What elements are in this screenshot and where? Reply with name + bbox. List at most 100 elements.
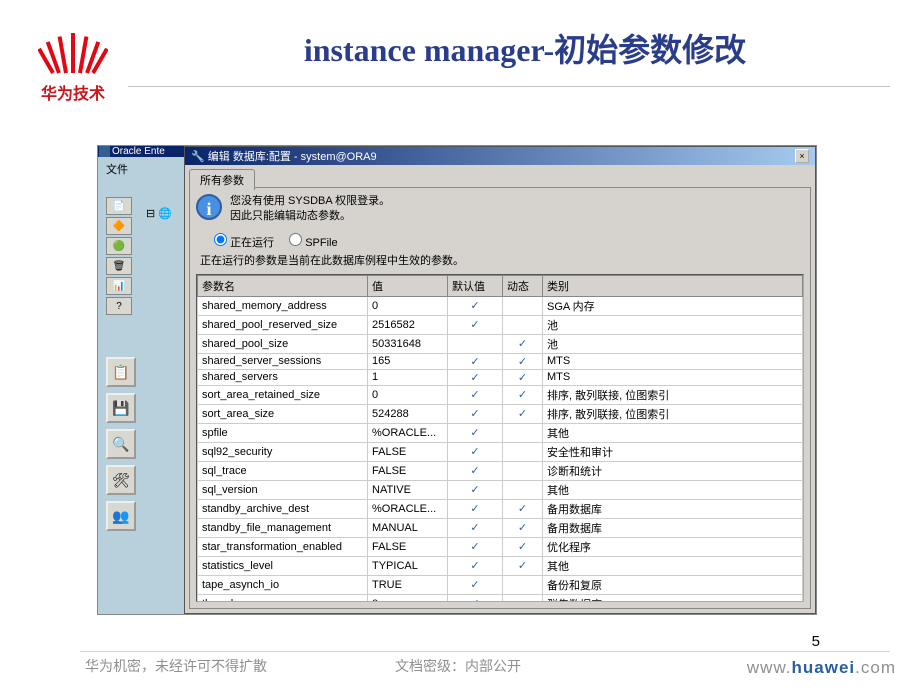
footer-classification: 文档密级：内部公开 <box>395 656 521 676</box>
table-row[interactable]: shared_server_sessions165✓✓MTS <box>198 353 803 369</box>
cell-category: SGA 内存 <box>543 296 803 315</box>
radio-spfile[interactable]: SPFile <box>289 237 337 249</box>
table-row[interactable]: shared_pool_size50331648✓池 <box>198 334 803 353</box>
cell-value[interactable]: 2516582 <box>368 315 448 334</box>
side-btn-4[interactable]: 🛠 <box>106 465 136 495</box>
cell-value[interactable]: 165 <box>368 353 448 369</box>
cell-value[interactable]: 1 <box>368 369 448 385</box>
slide-title: instance manager-初始参数修改 <box>180 25 870 71</box>
cell-dynamic: ✓ <box>503 385 543 404</box>
cell-default: ✓ <box>448 556 503 575</box>
cell-dynamic <box>503 296 543 315</box>
side-btn-1[interactable]: 📋 <box>106 357 136 387</box>
cell-value[interactable]: 524288 <box>368 404 448 423</box>
cell-value[interactable]: NATIVE <box>368 480 448 499</box>
col-name[interactable]: 参数名 <box>198 275 368 296</box>
cell-value[interactable]: %ORACLE... <box>368 423 448 442</box>
footer-url: www.huawei.com <box>747 658 896 678</box>
screenshot-container: Oracle Ente 文件 📄 🔶 🟢 🗑 📊 ? ⊟ 🌐 📋 💾 🔍 🛠 👥 <box>97 145 817 615</box>
tree-node-icon[interactable]: ⊟ 🌐 <box>146 207 172 220</box>
col-dynamic[interactable]: 动态 <box>503 275 543 296</box>
cell-dynamic: ✓ <box>503 518 543 537</box>
cell-default: ✓ <box>448 575 503 594</box>
table-row[interactable]: spfile%ORACLE...✓其他 <box>198 423 803 442</box>
table-row[interactable]: thread0✓群集数据库 <box>198 594 803 602</box>
company-name-label: 华为技术 <box>28 80 118 104</box>
cell-category: MTS <box>543 353 803 369</box>
cell-value[interactable]: %ORACLE... <box>368 499 448 518</box>
cell-name: shared_pool_reserved_size <box>198 315 368 334</box>
cell-value[interactable]: FALSE <box>368 461 448 480</box>
radio-running[interactable]: 正在运行 <box>214 237 274 249</box>
table-row[interactable]: sql92_securityFALSE✓安全性和审计 <box>198 442 803 461</box>
cell-value[interactable]: 0 <box>368 296 448 315</box>
cell-name: tape_asynch_io <box>198 575 368 594</box>
title-divider <box>128 86 890 87</box>
toolbar-btn-5[interactable]: 📊 <box>106 277 132 295</box>
col-default[interactable]: 默认值 <box>448 275 503 296</box>
cell-dynamic: ✓ <box>503 369 543 385</box>
table-row[interactable]: sql_versionNATIVE✓其他 <box>198 480 803 499</box>
cell-name: sql_version <box>198 480 368 499</box>
table-row[interactable]: statistics_levelTYPICAL✓✓其他 <box>198 556 803 575</box>
file-menu[interactable]: 文件 <box>98 157 184 181</box>
col-value[interactable]: 值 <box>368 275 448 296</box>
page-number: 5 <box>812 633 820 650</box>
cell-name: shared_servers <box>198 369 368 385</box>
param-table: 参数名 值 默认值 动态 类别 shared_memory_address0✓S… <box>197 275 803 602</box>
cell-value[interactable]: 0 <box>368 385 448 404</box>
toolbar-btn-2[interactable]: 🔶 <box>106 217 132 235</box>
cell-dynamic <box>503 315 543 334</box>
toolbar-btn-6[interactable]: ? <box>106 297 132 315</box>
cell-name: spfile <box>198 423 368 442</box>
cell-name: shared_memory_address <box>198 296 368 315</box>
cell-category: 备用数据库 <box>543 518 803 537</box>
toolbar-btn-1[interactable]: 📄 <box>106 197 132 215</box>
table-row[interactable]: star_transformation_enabledFALSE✓✓优化程序 <box>198 537 803 556</box>
cell-value[interactable]: TYPICAL <box>368 556 448 575</box>
cell-value[interactable]: FALSE <box>368 442 448 461</box>
cell-value[interactable]: 0 <box>368 594 448 602</box>
dialog-title-text: 编辑 数据库:配置 - system@ORA9 <box>208 151 377 163</box>
cell-value[interactable]: TRUE <box>368 575 448 594</box>
cell-name: star_transformation_enabled <box>198 537 368 556</box>
tab-all-params[interactable]: 所有参数 <box>189 169 255 190</box>
side-btn-5[interactable]: 👥 <box>106 501 136 531</box>
cell-value[interactable]: 50331648 <box>368 334 448 353</box>
table-row[interactable]: shared_servers1✓✓MTS <box>198 369 803 385</box>
cell-category: 优化程序 <box>543 537 803 556</box>
cell-value[interactable]: MANUAL <box>368 518 448 537</box>
cell-dynamic: ✓ <box>503 537 543 556</box>
table-row[interactable]: standby_archive_dest%ORACLE...✓✓备用数据库 <box>198 499 803 518</box>
cell-dynamic: ✓ <box>503 334 543 353</box>
dialog-titlebar: 🔧 编辑 数据库:配置 - system@ORA9 × <box>185 147 815 165</box>
table-row[interactable]: tape_asynch_ioTRUE✓ 备份和复原 <box>198 575 803 594</box>
cell-category: 安全性和审计 <box>543 442 803 461</box>
toolbar-btn-4[interactable]: 🗑 <box>106 257 132 275</box>
cell-category: 池 <box>543 315 803 334</box>
cell-name: statistics_level <box>198 556 368 575</box>
oem-window-title: Oracle Ente <box>112 146 165 157</box>
side-btn-3[interactable]: 🔍 <box>106 429 136 459</box>
hint-text: 正在运行的参数是当前在此数据库例程中生效的参数。 <box>200 252 804 268</box>
param-table-wrap[interactable]: 参数名 值 默认值 动态 类别 shared_memory_address0✓S… <box>196 274 804 602</box>
col-category[interactable]: 类别 <box>543 275 803 296</box>
cell-name: sql_trace <box>198 461 368 480</box>
table-row[interactable]: sort_area_retained_size0✓✓排序, 散列联接, 位图索引 <box>198 385 803 404</box>
cell-category: 排序, 散列联接, 位图索引 <box>543 385 803 404</box>
table-row[interactable]: sort_area_size524288✓✓排序, 散列联接, 位图索引 <box>198 404 803 423</box>
table-row[interactable]: standby_file_managementMANUAL✓✓备用数据库 <box>198 518 803 537</box>
toolbar-btn-3[interactable]: 🟢 <box>106 237 132 255</box>
cell-category: 备用数据库 <box>543 499 803 518</box>
cell-default: ✓ <box>448 296 503 315</box>
cell-name: shared_pool_size <box>198 334 368 353</box>
cell-category: 备份和复原 <box>543 575 803 594</box>
table-row[interactable]: sql_traceFALSE✓诊断和统计 <box>198 461 803 480</box>
cell-category: 排序, 散列联接, 位图索引 <box>543 404 803 423</box>
info-icon: i <box>196 194 222 220</box>
close-icon[interactable]: × <box>795 149 809 163</box>
side-btn-2[interactable]: 💾 <box>106 393 136 423</box>
table-row[interactable]: shared_memory_address0✓ SGA 内存 <box>198 296 803 315</box>
cell-value[interactable]: FALSE <box>368 537 448 556</box>
table-row[interactable]: shared_pool_reserved_size2516582✓池 <box>198 315 803 334</box>
